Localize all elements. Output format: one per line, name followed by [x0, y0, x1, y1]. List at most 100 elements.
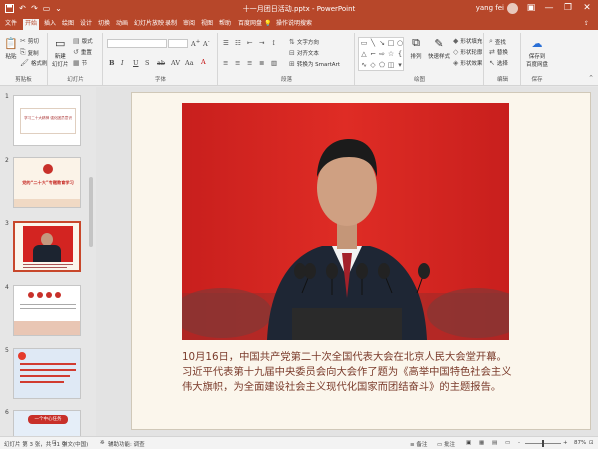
elbow-shape-icon[interactable]: ⌐	[369, 50, 377, 58]
italic-button[interactable]: I	[121, 59, 124, 67]
shape-effects-button[interactable]: ◈ 形状效果	[453, 59, 482, 67]
tab-help[interactable]: 帮助	[217, 19, 233, 28]
shape-fill-button[interactable]: ◆ 形状填充	[453, 37, 482, 45]
zoom-slider[interactable]	[525, 440, 561, 447]
curve-shape-icon[interactable]: ∿	[360, 61, 368, 69]
align-left-icon[interactable]: ≡	[223, 59, 228, 67]
tab-file[interactable]: 文件	[3, 19, 19, 28]
share-icon[interactable]: ⇪	[582, 19, 591, 28]
align-right-icon[interactable]: ≡	[247, 59, 252, 67]
rect-shape-icon[interactable]: □	[387, 39, 395, 47]
tell-me-search[interactable]: 操作说明搜索	[274, 19, 314, 28]
accessibility-icon[interactable]: ⛯	[100, 440, 104, 447]
format-painter-button[interactable]: 🖌 格式刷	[20, 59, 47, 67]
slide-photo[interactable]	[182, 103, 509, 340]
zoom-out-button[interactable]: -	[518, 440, 520, 446]
normal-view-icon[interactable]: ▣	[466, 440, 471, 446]
tab-transitions[interactable]: 切换	[96, 19, 112, 28]
minimize-button[interactable]: —	[540, 1, 558, 16]
shapes-gallery[interactable]: ▭ ╲ ↘ □ ○ △ ⌐ ⇨ ☆ { ∿ ◇ ⬠ ◫ ▾	[358, 37, 404, 71]
underline-button[interactable]: U	[133, 59, 138, 67]
current-slide[interactable]: 10月16日，中国共产党第二十次全国代表大会在北京人民大会堂开幕。习近平代表第十…	[131, 92, 591, 430]
thumbnail-scrollbar[interactable]	[89, 177, 93, 247]
close-button[interactable]: ✕	[578, 1, 596, 16]
right-arrow-shape-icon[interactable]: ⇨	[378, 50, 386, 58]
tab-insert[interactable]: 插入	[42, 19, 58, 28]
font-color-button[interactable]: A	[201, 58, 206, 66]
align-center-icon[interactable]: ≡	[235, 59, 240, 67]
slide-thumbnail-3[interactable]	[13, 221, 81, 272]
align-text-button[interactable]: ⊟ 对齐文本	[289, 49, 319, 57]
collapse-ribbon-icon[interactable]: ⌃	[588, 74, 594, 82]
increase-indent-icon[interactable]: ⇥	[259, 39, 264, 47]
slide-thumbnail-5[interactable]	[13, 348, 81, 399]
notes-button[interactable]: ≡ 备注	[410, 440, 427, 448]
language-indicator[interactable]: 中文(中国)	[62, 440, 88, 448]
decrease-indent-icon[interactable]: ⇤	[247, 39, 252, 47]
shape-outline-button[interactable]: ◇ 形状轮廓	[453, 48, 482, 56]
tab-slideshow[interactable]: 幻灯片放映	[132, 19, 166, 28]
numbering-icon[interactable]: ☷	[235, 39, 241, 47]
justify-icon[interactable]: ≣	[259, 59, 264, 67]
user-name[interactable]: yang fei	[476, 4, 504, 12]
bullets-icon[interactable]: ☰	[223, 39, 229, 47]
star-shape-icon[interactable]: ☆	[387, 50, 395, 58]
font-size-dropdown[interactable]	[168, 39, 188, 48]
oval-shape-icon[interactable]: ○	[396, 39, 404, 47]
zoom-in-button[interactable]: +	[563, 440, 568, 446]
shadow-button[interactable]: S	[145, 59, 149, 67]
zoom-slider-thumb[interactable]	[542, 440, 544, 447]
paste-button[interactable]: 📋 粘贴	[4, 36, 18, 61]
strikethrough-icon[interactable]: ab	[157, 59, 165, 67]
arrow-shape-icon[interactable]: ↘	[378, 39, 386, 47]
smartart-button[interactable]: ⊞ 转换为 SmartArt	[289, 60, 340, 68]
tab-home[interactable]: 开始	[23, 19, 40, 30]
slide-thumbnail-1[interactable]: 学习二十大精神 强化团员意识	[13, 95, 81, 146]
tab-baidu-netdisk[interactable]: 百度网盘	[236, 19, 264, 28]
reset-button[interactable]: ↺ 重置	[73, 48, 92, 56]
tab-draw[interactable]: 绘图	[60, 19, 76, 28]
brace-shape-icon[interactable]: {	[396, 50, 404, 58]
slide-caption[interactable]: 10月16日，中国共产党第二十次全国代表大会在北京人民大会堂开幕。习近平代表第十…	[182, 350, 514, 395]
decrease-font-icon[interactable]: A-	[203, 39, 210, 48]
avatar[interactable]	[507, 3, 518, 14]
callout-shape-icon[interactable]: ◫	[387, 61, 395, 69]
columns-icon[interactable]: ▥	[271, 59, 277, 67]
find-button[interactable]: ⌕ 查找	[489, 37, 506, 46]
more-shapes-icon[interactable]: ▾	[396, 61, 404, 69]
comments-button[interactable]: ▭ 批注	[437, 440, 455, 448]
slideshow-icon[interactable]: ▭	[505, 440, 510, 446]
tab-review[interactable]: 审阅	[181, 19, 197, 28]
diamond-shape-icon[interactable]: ◇	[369, 61, 377, 69]
textbox-shape-icon[interactable]: ▭	[360, 39, 368, 47]
line-shape-icon[interactable]: ╲	[369, 39, 377, 47]
ribbon-display-icon[interactable]: ▣	[522, 1, 540, 16]
slide-thumbnail-2[interactable]: 党的“二十大”专题教育学习	[13, 157, 81, 208]
fit-slide-icon[interactable]: ⊡	[589, 440, 594, 446]
arrange-button[interactable]: ⧉ 排列	[409, 36, 423, 60]
slide-thumbnail-6[interactable]: 一个中心任务	[13, 410, 81, 436]
zoom-level[interactable]: 87%	[574, 440, 586, 446]
spelling-icon[interactable]: ⊡	[52, 440, 57, 446]
reading-view-icon[interactable]: ▤	[492, 440, 497, 446]
tab-view[interactable]: 视图	[199, 19, 215, 28]
change-case-icon[interactable]: Aa	[185, 59, 194, 67]
char-spacing-icon[interactable]: AV	[171, 59, 180, 67]
restore-button[interactable]: ❐	[559, 1, 577, 16]
new-slide-button[interactable]: ▭ 新建 幻灯片	[52, 36, 69, 69]
triangle-shape-icon[interactable]: △	[360, 50, 368, 58]
increase-font-icon[interactable]: A+	[191, 39, 200, 48]
replace-button[interactable]: ⇄ 替换	[489, 48, 508, 56]
quick-styles-button[interactable]: ✎ 快速样式	[428, 36, 450, 61]
layout-button[interactable]: ▤ 版式	[73, 37, 93, 45]
copy-button[interactable]: ⎘ 复制	[20, 48, 39, 57]
tab-design[interactable]: 设计	[78, 19, 94, 28]
tab-animations[interactable]: 动画	[114, 19, 130, 28]
tab-record[interactable]: 录制	[163, 19, 179, 28]
accessibility-status[interactable]: 辅助功能: 调查	[108, 440, 145, 448]
bold-button[interactable]: B	[109, 59, 115, 67]
cut-button[interactable]: ✂ 剪切	[20, 37, 39, 45]
slide-thumbnail-4[interactable]	[13, 285, 81, 336]
text-direction-button[interactable]: ⇅ 文字方向	[289, 38, 319, 46]
pentagon-shape-icon[interactable]: ⬠	[378, 61, 386, 69]
